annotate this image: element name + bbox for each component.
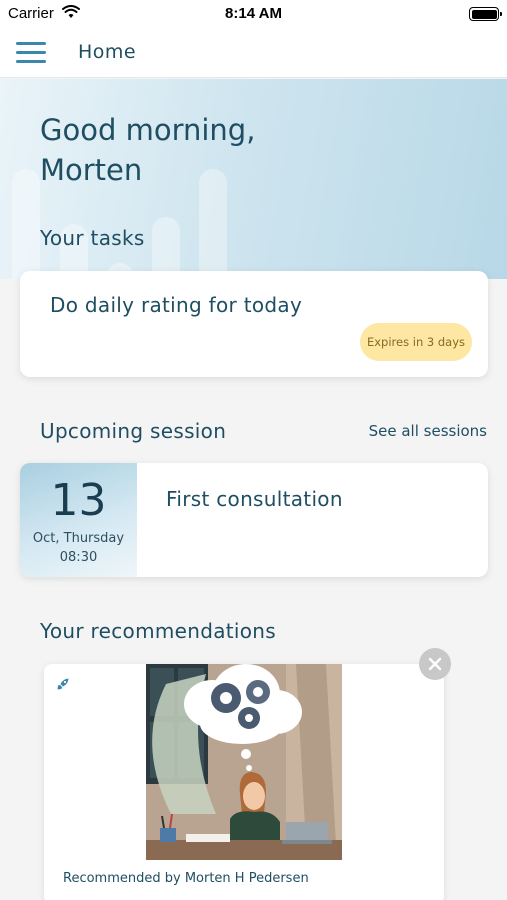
task-title: Do daily rating for today xyxy=(50,293,303,317)
battery-icon xyxy=(469,7,502,21)
nav-bar: Home xyxy=(0,28,507,78)
status-time: 8:14 AM xyxy=(225,5,282,22)
session-card[interactable]: 13 Oct, Thursday 08:30 First consultatio… xyxy=(20,463,488,577)
recommendations-section-title: Your recommendations xyxy=(40,619,276,643)
session-month-weekday: Oct, Thursday xyxy=(32,531,125,546)
session-day: 13 xyxy=(50,475,107,526)
page-title: Home xyxy=(78,41,137,63)
greeting: Good morning, Morten xyxy=(40,110,340,190)
task-card[interactable]: Do daily rating for today Expires in 3 d… xyxy=(20,271,488,377)
expires-badge: Expires in 3 days xyxy=(360,323,472,361)
session-title: First consultation xyxy=(166,487,343,511)
session-date-box: 13 Oct, Thursday 08:30 xyxy=(20,463,137,577)
recommendation-image[interactable] xyxy=(146,664,342,860)
tasks-section-title: Your tasks xyxy=(40,226,145,250)
recommendation-card[interactable]: Recommended by Morten H Pedersen xyxy=(44,664,444,900)
recommended-by-label: Recommended by Morten H Pedersen xyxy=(63,871,309,886)
status-bar: Carrier 8:14 AM xyxy=(0,0,507,28)
session-time: 08:30 xyxy=(59,550,98,565)
close-icon[interactable] xyxy=(419,648,451,680)
user-name: Morten xyxy=(40,153,143,187)
see-all-sessions-link[interactable]: See all sessions xyxy=(369,422,487,440)
session-section-title: Upcoming session xyxy=(40,419,227,443)
rocket-icon xyxy=(56,676,70,695)
greeting-line: Good morning, xyxy=(40,113,256,147)
hamburger-menu-icon[interactable] xyxy=(16,42,46,64)
